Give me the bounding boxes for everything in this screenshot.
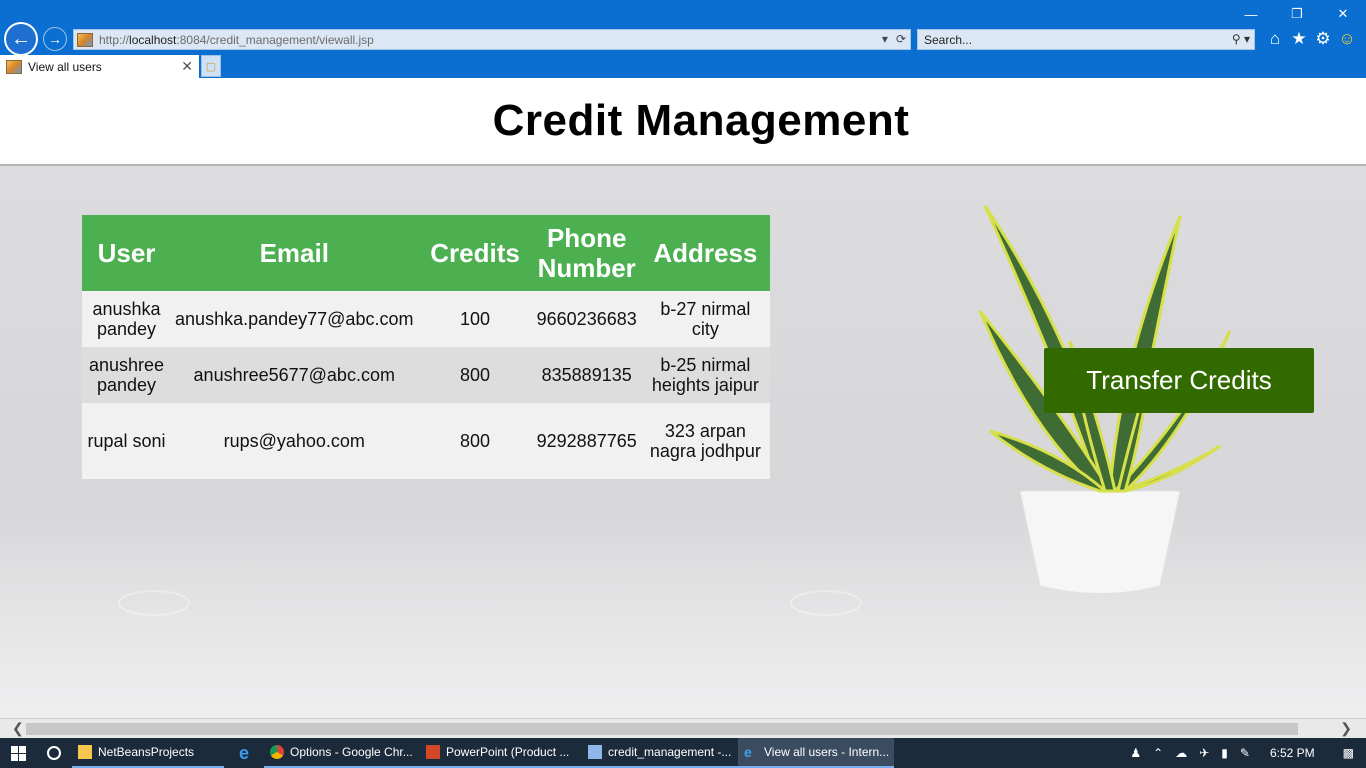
back-button[interactable]: ← xyxy=(4,22,38,56)
scroll-right-icon[interactable]: ❯ xyxy=(1340,720,1352,737)
taskbar-item-label: PowerPoint (Product ... xyxy=(446,745,570,759)
page-title: Credit Management xyxy=(492,96,910,145)
edge-icon: e xyxy=(238,742,249,763)
taskbar-item-label: credit_management -... xyxy=(608,745,732,759)
cell-phone: 9660236683 xyxy=(532,291,641,347)
system-tray: ♟ ⌃ ☁ ✈ ▮ ✎ 6:52 PM ▩ xyxy=(1124,738,1366,768)
refresh-icon[interactable]: ⟳ xyxy=(896,32,906,46)
taskbar-item-powerpoint[interactable]: PowerPoint (Product ... xyxy=(420,738,582,768)
clock[interactable]: 6:52 PM xyxy=(1270,746,1315,760)
tab-close-icon[interactable]: ✕ xyxy=(181,58,193,75)
home-icon[interactable]: ⌂ xyxy=(1266,29,1284,49)
cell-email: anushka.pandey77@abc.com xyxy=(171,291,418,347)
column-header-phone: Phone Number xyxy=(532,215,641,291)
column-header-email: Email xyxy=(171,215,418,291)
cell-address: 323 arpan nagra jodhpur xyxy=(640,403,770,479)
page-header: Credit Management xyxy=(0,78,1366,166)
table-row: anushree pandey anushree5677@abc.com 800… xyxy=(82,347,770,403)
cell-credits: 800 xyxy=(417,403,533,479)
address-url[interactable]: http://localhost:8084/credit_management/… xyxy=(99,33,374,47)
forward-button[interactable]: → xyxy=(43,27,67,51)
gear-icon[interactable]: ⚙ xyxy=(1314,29,1332,49)
column-header-user: User xyxy=(82,215,172,291)
taskbar: NetBeansProjects e Options - Google Chr.… xyxy=(0,738,1366,768)
horizontal-scrollbar[interactable]: ❮ ❯ xyxy=(0,718,1366,738)
restore-icon[interactable]: ❐ xyxy=(1274,0,1320,28)
cell-address: b-27 nirmal city xyxy=(640,291,770,347)
netbeans-icon xyxy=(588,745,602,759)
folder-icon xyxy=(78,745,92,759)
tab-label: View all users xyxy=(28,59,102,74)
close-icon[interactable]: ✕ xyxy=(1320,0,1366,28)
address-bar[interactable]: http://localhost:8084/credit_management/… xyxy=(73,29,911,50)
table-header-row: User Email Credits Phone Number Address xyxy=(82,215,770,291)
table-row: anushka pandey anushka.pandey77@abc.com … xyxy=(82,291,770,347)
cell-credits: 800 xyxy=(417,347,533,403)
taskbar-item-label: Options - Google Chr... xyxy=(290,745,413,759)
tab-view-all-users[interactable]: View all users ✕ xyxy=(0,55,199,78)
scroll-left-icon[interactable]: ❮ xyxy=(12,720,24,737)
cortana-icon xyxy=(47,746,61,760)
show-hidden-icons-icon[interactable]: ⌃ xyxy=(1153,746,1163,760)
internet-explorer-icon: e xyxy=(744,744,752,760)
watermark xyxy=(790,590,862,616)
start-button[interactable] xyxy=(0,738,36,768)
url-path: :8084/credit_management/viewall.jsp xyxy=(176,32,374,47)
browser-chrome: — ❐ ✕ ← → http://localhost:8084/credit_m… xyxy=(0,0,1366,78)
cell-email: anushree5677@abc.com xyxy=(171,347,418,403)
transfer-credits-button[interactable]: Transfer Credits xyxy=(1044,348,1314,413)
cell-email: rups@yahoo.com xyxy=(171,403,418,479)
scrollbar-thumb[interactable] xyxy=(26,723,1298,735)
taskbar-item-edge[interactable]: e xyxy=(224,738,264,768)
cell-user: anushka pandey xyxy=(82,291,172,347)
taskbar-item-netbeansprojects[interactable]: NetBeansProjects xyxy=(72,738,224,768)
feedback-smiley-icon[interactable]: ☺ xyxy=(1338,29,1356,49)
taskbar-item-netbeans[interactable]: credit_management -... xyxy=(582,738,738,768)
taskbar-item-label: NetBeansProjects xyxy=(98,745,195,759)
back-arrow-icon: ← xyxy=(6,24,36,54)
column-header-credits: Credits xyxy=(417,215,533,291)
minimize-icon[interactable]: — xyxy=(1228,0,1274,28)
windows-logo-icon xyxy=(10,745,26,761)
cell-phone: 835889135 xyxy=(532,347,641,403)
search-bar: ⚲ ▾ xyxy=(917,29,1255,50)
people-icon[interactable]: ♟ xyxy=(1130,746,1141,760)
favorites-star-icon[interactable]: ★ xyxy=(1290,29,1308,49)
cortana-button[interactable] xyxy=(36,738,72,768)
cell-user: anushree pandey xyxy=(82,347,172,403)
page-body: User Email Credits Phone Number Address … xyxy=(0,166,1366,718)
url-host: localhost xyxy=(129,32,177,47)
cell-user: rupal soni xyxy=(82,403,172,479)
window-controls: — ❐ ✕ xyxy=(1228,0,1366,28)
cell-phone: 9292887765 xyxy=(532,403,641,479)
powerpoint-icon xyxy=(426,745,440,759)
taskbar-item-label: View all users - Intern... xyxy=(764,745,890,759)
airplane-mode-icon[interactable]: ✈ xyxy=(1199,746,1209,760)
table-row: rupal soni rups@yahoo.com 800 9292887765… xyxy=(82,403,770,479)
chrome-icon xyxy=(270,745,284,759)
dropdown-arrow-icon[interactable]: ▾ xyxy=(882,32,888,46)
column-header-address: Address xyxy=(640,215,770,291)
pen-icon[interactable]: ✎ xyxy=(1240,746,1250,760)
action-center-icon[interactable]: ▩ xyxy=(1343,746,1354,760)
taskbar-item-chrome[interactable]: Options - Google Chr... xyxy=(264,738,420,768)
tab-favicon-icon xyxy=(6,59,22,74)
page-favicon-icon xyxy=(77,32,93,47)
onedrive-icon[interactable]: ☁ xyxy=(1175,746,1187,760)
search-input[interactable] xyxy=(924,32,1214,47)
new-tab-button[interactable]: ▢ xyxy=(201,55,221,77)
users-table: User Email Credits Phone Number Address … xyxy=(82,215,770,479)
search-icon[interactable]: ⚲ ▾ xyxy=(1232,32,1250,46)
url-scheme: http:// xyxy=(99,32,130,47)
taskbar-item-internet-explorer[interactable]: e View all users - Intern... xyxy=(738,738,894,768)
watermark xyxy=(118,590,190,616)
battery-icon[interactable]: ▮ xyxy=(1221,746,1228,760)
cell-address: b-25 nirmal heights jaipur xyxy=(640,347,770,403)
toolbar-icons: ⌂ ★ ⚙ ☺ xyxy=(1266,29,1356,49)
address-actions: ▾ ⟳ xyxy=(882,32,906,46)
cell-credits: 100 xyxy=(417,291,533,347)
